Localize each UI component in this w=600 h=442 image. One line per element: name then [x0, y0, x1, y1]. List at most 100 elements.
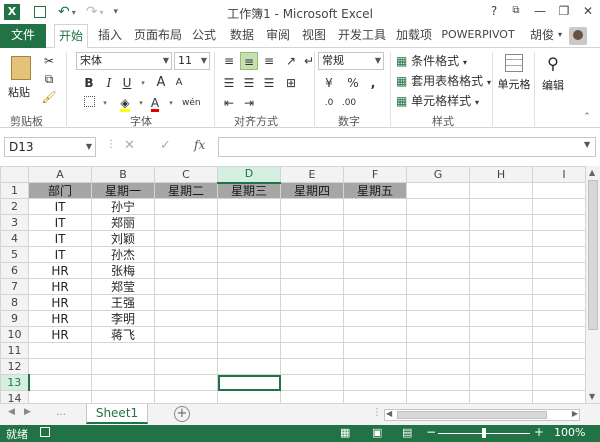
column-header[interactable]: B: [91, 166, 155, 183]
row-header[interactable]: 2: [0, 198, 29, 215]
prev-sheet-icon[interactable]: ◀: [8, 407, 15, 417]
user-dropdown-icon[interactable]: ▾: [556, 24, 564, 48]
restore-button[interactable]: ❐: [556, 3, 572, 19]
row-header[interactable]: 7: [0, 278, 29, 295]
cell[interactable]: [28, 342, 92, 359]
align-middle-icon[interactable]: ≡: [240, 52, 258, 70]
cell[interactable]: [91, 374, 155, 391]
column-header[interactable]: A: [28, 166, 92, 183]
expand-formula-icon[interactable]: ▼: [584, 140, 590, 149]
row-header[interactable]: 13: [0, 374, 30, 391]
phonetic-guide-icon[interactable]: wén: [182, 94, 201, 112]
align-bottom-icon[interactable]: ≡: [260, 52, 278, 70]
scroll-up-icon[interactable]: ▲: [589, 168, 595, 177]
decrease-decimal-icon[interactable]: .00: [340, 94, 358, 112]
cell[interactable]: [217, 358, 281, 375]
cell[interactable]: [154, 214, 218, 231]
cell[interactable]: 蒋飞: [91, 326, 155, 343]
cell[interactable]: [154, 198, 218, 215]
font-name-select[interactable]: 宋体 ▼: [76, 52, 172, 70]
cell[interactable]: IT: [28, 230, 92, 247]
tab-insert[interactable]: 插入: [92, 24, 128, 48]
cell[interactable]: [154, 326, 218, 343]
cell[interactable]: 孙宁: [91, 198, 155, 215]
comma-icon[interactable]: ,: [364, 74, 382, 92]
cell[interactable]: [469, 246, 533, 263]
scroll-right-icon[interactable]: ▶: [572, 409, 578, 418]
cell[interactable]: [217, 198, 281, 215]
cell[interactable]: [343, 278, 407, 295]
cell[interactable]: [406, 198, 470, 215]
column-header[interactable]: C: [154, 166, 218, 183]
formula-input[interactable]: [218, 137, 596, 157]
paste-button[interactable]: 粘贴: [8, 54, 34, 100]
vertical-scrollbar[interactable]: ▲ ▼: [585, 166, 600, 403]
cell[interactable]: 李明: [91, 310, 155, 327]
conditional-format-button[interactable]: ▦ 条件格式 ▾: [396, 52, 467, 69]
cell[interactable]: [406, 182, 470, 199]
cell[interactable]: 星期四: [280, 182, 344, 199]
shrink-font-button[interactable]: A: [170, 74, 188, 92]
cell[interactable]: 郑莹: [91, 278, 155, 295]
column-header[interactable]: H: [469, 166, 533, 183]
increase-decimal-icon[interactable]: .0: [320, 94, 338, 112]
cell[interactable]: [154, 246, 218, 263]
row-header[interactable]: 9: [0, 310, 29, 327]
next-sheet-icon[interactable]: ▶: [24, 407, 31, 417]
cell[interactable]: [280, 374, 344, 391]
cell[interactable]: 星期三: [217, 182, 281, 199]
cell-styles-button[interactable]: ▦ 单元格样式 ▾: [396, 92, 479, 109]
minimize-button[interactable]: —: [532, 3, 548, 19]
decrease-indent-icon[interactable]: ⇤: [220, 94, 238, 112]
format-painter-icon[interactable]: 🖌: [40, 88, 58, 106]
cell[interactable]: HR: [28, 278, 92, 295]
merge-center-icon[interactable]: ⊞: [282, 74, 300, 92]
cell[interactable]: [280, 230, 344, 247]
cell[interactable]: 星期二: [154, 182, 218, 199]
cell[interactable]: [406, 358, 470, 375]
enter-icon[interactable]: ✓: [160, 138, 171, 153]
cell[interactable]: [217, 278, 281, 295]
page-break-view-icon[interactable]: ▤: [402, 426, 412, 439]
align-top-icon[interactable]: ≡: [220, 52, 238, 70]
cell[interactable]: [406, 294, 470, 311]
border-dropdown-icon[interactable]: ▾: [96, 94, 114, 112]
cell[interactable]: [406, 310, 470, 327]
align-center-icon[interactable]: ☰: [240, 74, 258, 92]
cell[interactable]: 郑丽: [91, 214, 155, 231]
cell[interactable]: [343, 262, 407, 279]
cell[interactable]: [469, 342, 533, 359]
cell[interactable]: [469, 310, 533, 327]
column-header[interactable]: D: [217, 166, 281, 184]
cell[interactable]: [154, 262, 218, 279]
macro-record-icon[interactable]: [40, 427, 50, 437]
column-header[interactable]: E: [280, 166, 344, 183]
cell[interactable]: 孙杰: [91, 246, 155, 263]
cell[interactable]: [154, 374, 218, 391]
collapse-ribbon-icon[interactable]: ⌃: [578, 108, 596, 126]
cell[interactable]: [217, 262, 281, 279]
cell[interactable]: [406, 374, 470, 391]
sheet-tab-sheet1[interactable]: Sheet1: [86, 404, 148, 424]
cells-button[interactable]: 单元格: [496, 52, 532, 102]
hscroll-thumb[interactable]: [397, 411, 547, 419]
cell[interactable]: [469, 374, 533, 391]
cell[interactable]: [343, 246, 407, 263]
cell[interactable]: [469, 358, 533, 375]
column-header[interactable]: F: [343, 166, 407, 183]
cell[interactable]: [154, 310, 218, 327]
help-icon[interactable]: ?: [486, 3, 502, 19]
align-right-icon[interactable]: ☰: [260, 74, 278, 92]
tab-formulas[interactable]: 公式: [188, 24, 220, 48]
cancel-icon[interactable]: ✕: [124, 138, 135, 153]
cell[interactable]: [28, 358, 92, 375]
font-size-select[interactable]: 11 ▼: [174, 52, 210, 70]
number-format-select[interactable]: 常规 ▼: [318, 52, 384, 70]
cell[interactable]: [406, 342, 470, 359]
row-header[interactable]: 8: [0, 294, 29, 311]
ribbon-display-icon[interactable]: ⧉: [508, 3, 524, 19]
cell[interactable]: [469, 294, 533, 311]
tab-powerpivot[interactable]: POWERPIVOT: [440, 24, 516, 48]
row-header[interactable]: 11: [0, 342, 29, 359]
bold-button[interactable]: B: [80, 74, 98, 92]
